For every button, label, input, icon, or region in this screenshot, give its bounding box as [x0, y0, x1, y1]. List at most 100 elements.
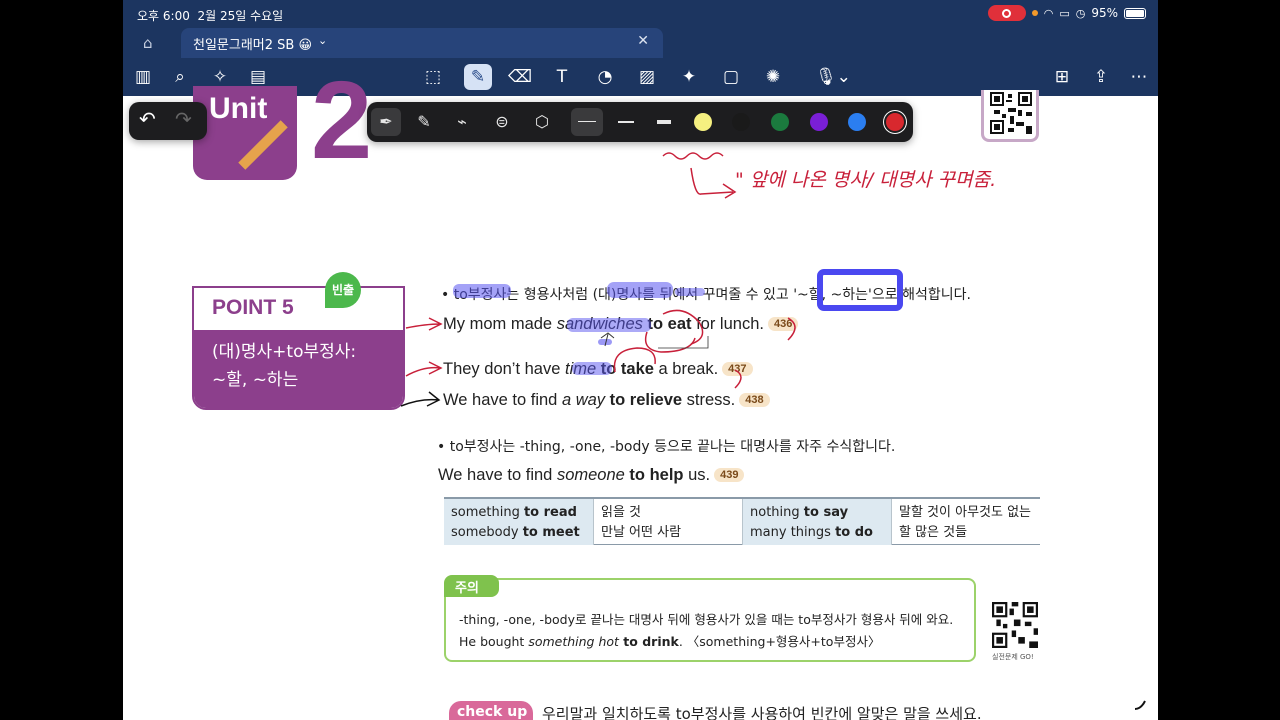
highlighter-icon[interactable]: ⌁ — [447, 108, 477, 136]
example-436-text: My mom made — [443, 315, 557, 333]
frequent-badge: 빈출 — [325, 272, 361, 308]
example-number: 436 — [767, 317, 799, 331]
example-436-rest: for lunch. — [691, 315, 764, 333]
elements-icon[interactable]: ✦ — [675, 64, 703, 90]
table-cell: 말할 것이 아무것도 없는 할 많은 것들 — [891, 499, 1040, 545]
battery-icon — [1124, 7, 1146, 19]
example-437-text: They don’t have — [443, 360, 565, 378]
laser-pointer-icon[interactable]: ✺ — [759, 64, 787, 90]
stroke-medium-option[interactable] — [618, 121, 634, 123]
redo-icon[interactable]: ↷ — [175, 107, 192, 131]
fountain-pen-icon[interactable]: ✒ — [371, 108, 401, 136]
stroke-thick-option[interactable] — [657, 120, 671, 124]
alarm-icon: ◷ — [1075, 6, 1086, 20]
status-time: 오후 6:00 2월 25일 수요일 — [137, 9, 284, 23]
example-436-noun: sandwiches — [556, 315, 643, 333]
example-439-infinitive: to help — [624, 466, 684, 484]
close-icon[interactable]: ✕ — [637, 33, 649, 49]
sidebar-icon[interactable]: ▥ — [129, 64, 157, 90]
more-icon[interactable]: ⋯ — [1125, 64, 1153, 90]
ball-pen-icon[interactable]: ✎ — [409, 108, 439, 136]
caution-line-1: -thing, -one, -body로 끝나는 대명사 뒤에 형용사가 있을 … — [459, 612, 954, 627]
mic-indicator-icon — [1031, 10, 1038, 16]
rule-2: • to부정사는 -thing, -one, -body 등으로 끝나는 대명사… — [437, 439, 896, 455]
unit-label: Unit — [209, 92, 268, 125]
share-icon[interactable]: ⇪ — [1087, 64, 1115, 90]
notebook-page[interactable]: Unit 2 POINT 5 (대)명사+to부정사: ~할, ~하는 빈출 •… — [123, 66, 1158, 720]
pen-icon[interactable]: ✎ — [464, 64, 492, 90]
qr-caption: 실전문제 GO! — [992, 653, 1034, 661]
table-cell: something to read somebody to meet — [444, 499, 593, 545]
table-cell: nothing to say many things to do — [742, 499, 891, 545]
eraser-icon[interactable]: ⌫ — [506, 64, 534, 90]
ipad-screen: 오후 6:00 2월 25일 수요일 ◠ ▭ ◷ 95% ⌂ 천일문그래머2 S… — [123, 0, 1158, 720]
shape-recognition-icon[interactable]: ⬡ — [527, 108, 557, 136]
example-438: We have to find a way to relieve stress.… — [443, 391, 770, 410]
example-number: 439 — [714, 468, 745, 482]
example-number: 437 — [722, 362, 753, 376]
undo-icon[interactable]: ↶ — [139, 107, 156, 131]
point-description: (대)명사+to부정사: ~할, ~하는 — [194, 330, 403, 408]
chevron-down-icon[interactable]: ⌄ — [318, 34, 327, 47]
checkup-tag: check up 1 — [449, 701, 533, 720]
textbox-icon[interactable]: T — [548, 64, 576, 90]
point-line-2: ~할, ~하는 — [212, 370, 299, 390]
color-swatch-black[interactable] — [732, 113, 750, 131]
add-page-icon[interactable]: ⊞ — [1048, 64, 1076, 90]
point-line-1: (대)명사+to부정사: — [212, 342, 357, 362]
color-swatch-yellow[interactable] — [694, 113, 712, 131]
example-437-noun: time — [565, 360, 597, 378]
shapes-icon[interactable]: ◔ — [591, 64, 619, 90]
home-icon[interactable]: ⌂ — [143, 34, 153, 52]
qr-code-icon[interactable] — [992, 602, 1038, 648]
screen-record-icon[interactable] — [987, 5, 1026, 21]
tab-bar: ⌂ 천일문그래머2 SB 😀 ⌄ ✕ — [123, 28, 1158, 58]
color-swatch-purple[interactable] — [810, 113, 828, 131]
example-436: My mom made sandwiches to eat for lunch.… — [443, 315, 799, 334]
qr-code-icon — [990, 92, 1032, 134]
status-bar: 오후 6:00 2월 25일 수요일 ◠ ▭ ◷ 95% — [123, 0, 1158, 28]
handwritten-note: " 앞에 나온 명사/ 대명사 꾸며줌. — [735, 169, 996, 191]
example-number: 438 — [739, 393, 770, 407]
checkup-instruction: 우리말과 일치하도록 to부정사를 사용하여 빈칸에 알맞은 말을 쓰세요. — [542, 705, 982, 720]
example-439-noun: someone — [556, 466, 625, 484]
rule-1: • to부정사는 형용사처럼 (대)명사를 뒤에서 꾸며줄 수 있고 '~할, … — [441, 287, 971, 303]
wifi-icon: ◠ — [1043, 6, 1054, 20]
image-icon[interactable]: ▨ — [633, 64, 661, 90]
caution-box: -thing, -one, -body로 끝나는 대명사 뒤에 형용사가 있을 … — [444, 578, 976, 662]
example-437: They don’t have time to take a break. 437 — [443, 360, 753, 379]
example-439-text: We have to find — [438, 466, 557, 484]
qr-code-top — [981, 90, 1039, 142]
color-swatch-blue[interactable] — [848, 113, 866, 131]
stroke-thin-icon — [578, 121, 596, 122]
undo-redo-panel: ↶ ↷ — [129, 102, 207, 140]
example-436-infinitive: to eat — [642, 315, 692, 333]
battery-percent: 95% — [1091, 6, 1118, 20]
tab-document-title: 천일문그래머2 SB 😀 — [193, 38, 313, 53]
sticky-note-icon[interactable]: ▢ — [717, 64, 745, 90]
example-437-infinitive: to take — [596, 360, 654, 378]
lasso-icon[interactable]: ⬚ — [419, 64, 447, 90]
microphone-icon[interactable]: 🎙⌄ — [813, 64, 853, 90]
ink-arrow — [690, 167, 737, 199]
example-439-rest: us. — [683, 466, 711, 484]
unit-number: 2 — [311, 59, 373, 182]
tab-document[interactable]: 천일문그래머2 SB 😀 ⌄ ✕ — [181, 28, 663, 58]
cast-icon: ▭ — [1059, 6, 1070, 20]
point-title: POINT 5 — [194, 288, 403, 330]
search-icon[interactable]: ⌕ — [166, 64, 194, 90]
color-swatch-red-selected[interactable] — [886, 113, 904, 131]
pen-tools-panel: ✒ ✎ ⌁ ⊜ ⬡ — [367, 102, 913, 142]
caution-tag: 주의 — [444, 575, 499, 597]
example-437-rest: a break. — [653, 360, 719, 378]
point-box: POINT 5 (대)명사+to부정사: ~할, ~하는 — [192, 286, 405, 410]
tape-icon[interactable]: ⊜ — [487, 108, 517, 136]
ink-squiggle — [662, 152, 724, 160]
example-438-infinitive: to relieve — [605, 391, 683, 409]
caution-line-2: He bought something hot to drink. 〈somet… — [459, 634, 881, 649]
example-438-rest: stress. — [682, 391, 736, 409]
example-438-noun: a way — [561, 391, 606, 409]
example-439: We have to find someone to help us. 439 — [438, 466, 745, 485]
stroke-thin-option[interactable] — [571, 108, 603, 136]
color-swatch-green[interactable] — [771, 113, 789, 131]
